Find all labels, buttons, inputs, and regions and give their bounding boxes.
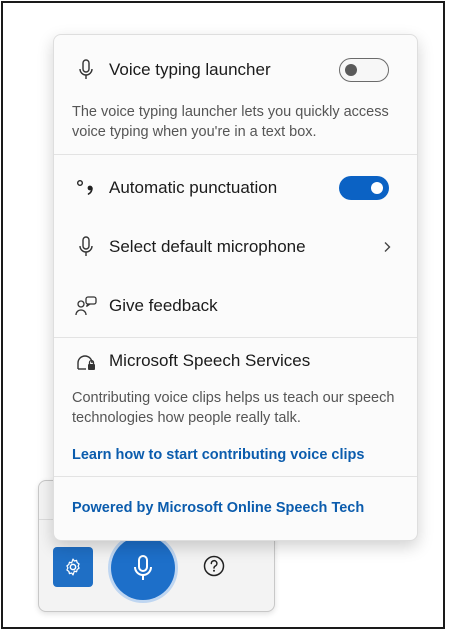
microphone-icon: [134, 555, 152, 580]
automatic-punctuation-toggle[interactable]: [339, 176, 389, 200]
divider: [54, 337, 417, 338]
select-default-microphone-row[interactable]: Select default microphone: [54, 232, 417, 262]
voice-typing-launcher-description: The voice typing launcher lets you quick…: [72, 104, 389, 140]
select-default-microphone-label: Select default microphone: [109, 237, 306, 256]
help-icon: [203, 555, 225, 577]
chevron-right-icon: [384, 242, 391, 252]
automatic-punctuation-row[interactable]: Automatic punctuation: [54, 173, 417, 203]
speech-services-row: Microsoft Speech Services: [54, 346, 417, 376]
voice-typing-launcher-label: Voice typing launcher: [109, 60, 271, 79]
give-feedback-label: Give feedback: [109, 296, 218, 315]
automatic-punctuation-label: Automatic punctuation: [109, 178, 278, 197]
divider: [54, 476, 417, 477]
toggle-knob: [371, 182, 383, 194]
voice-typing-launcher-toggle[interactable]: [339, 58, 389, 82]
voice-typing-settings-menu: Voice typing launcher The voice typing l…: [53, 34, 418, 541]
divider: [54, 154, 417, 155]
give-feedback-row[interactable]: Give feedback: [54, 291, 417, 321]
toggle-knob: [345, 64, 357, 76]
microphone-icon: [74, 58, 98, 82]
speech-services-icon: [74, 349, 98, 373]
microphone-button[interactable]: [111, 536, 175, 600]
punctuation-icon: [74, 176, 98, 200]
powered-by-link[interactable]: Powered by Microsoft Online Speech Tech: [72, 500, 364, 516]
speech-services-description: Contributing voice clips helps us teach …: [72, 390, 395, 426]
feedback-icon: [74, 294, 98, 318]
microphone-icon: [74, 235, 98, 259]
settings-button[interactable]: [53, 547, 93, 587]
voice-typing-launcher-row[interactable]: Voice typing launcher: [54, 55, 417, 85]
gear-icon: [66, 558, 80, 576]
help-button[interactable]: [203, 555, 225, 577]
learn-contributing-link[interactable]: Learn how to start contributing voice cl…: [72, 447, 364, 463]
speech-services-label: Microsoft Speech Services: [109, 351, 311, 370]
